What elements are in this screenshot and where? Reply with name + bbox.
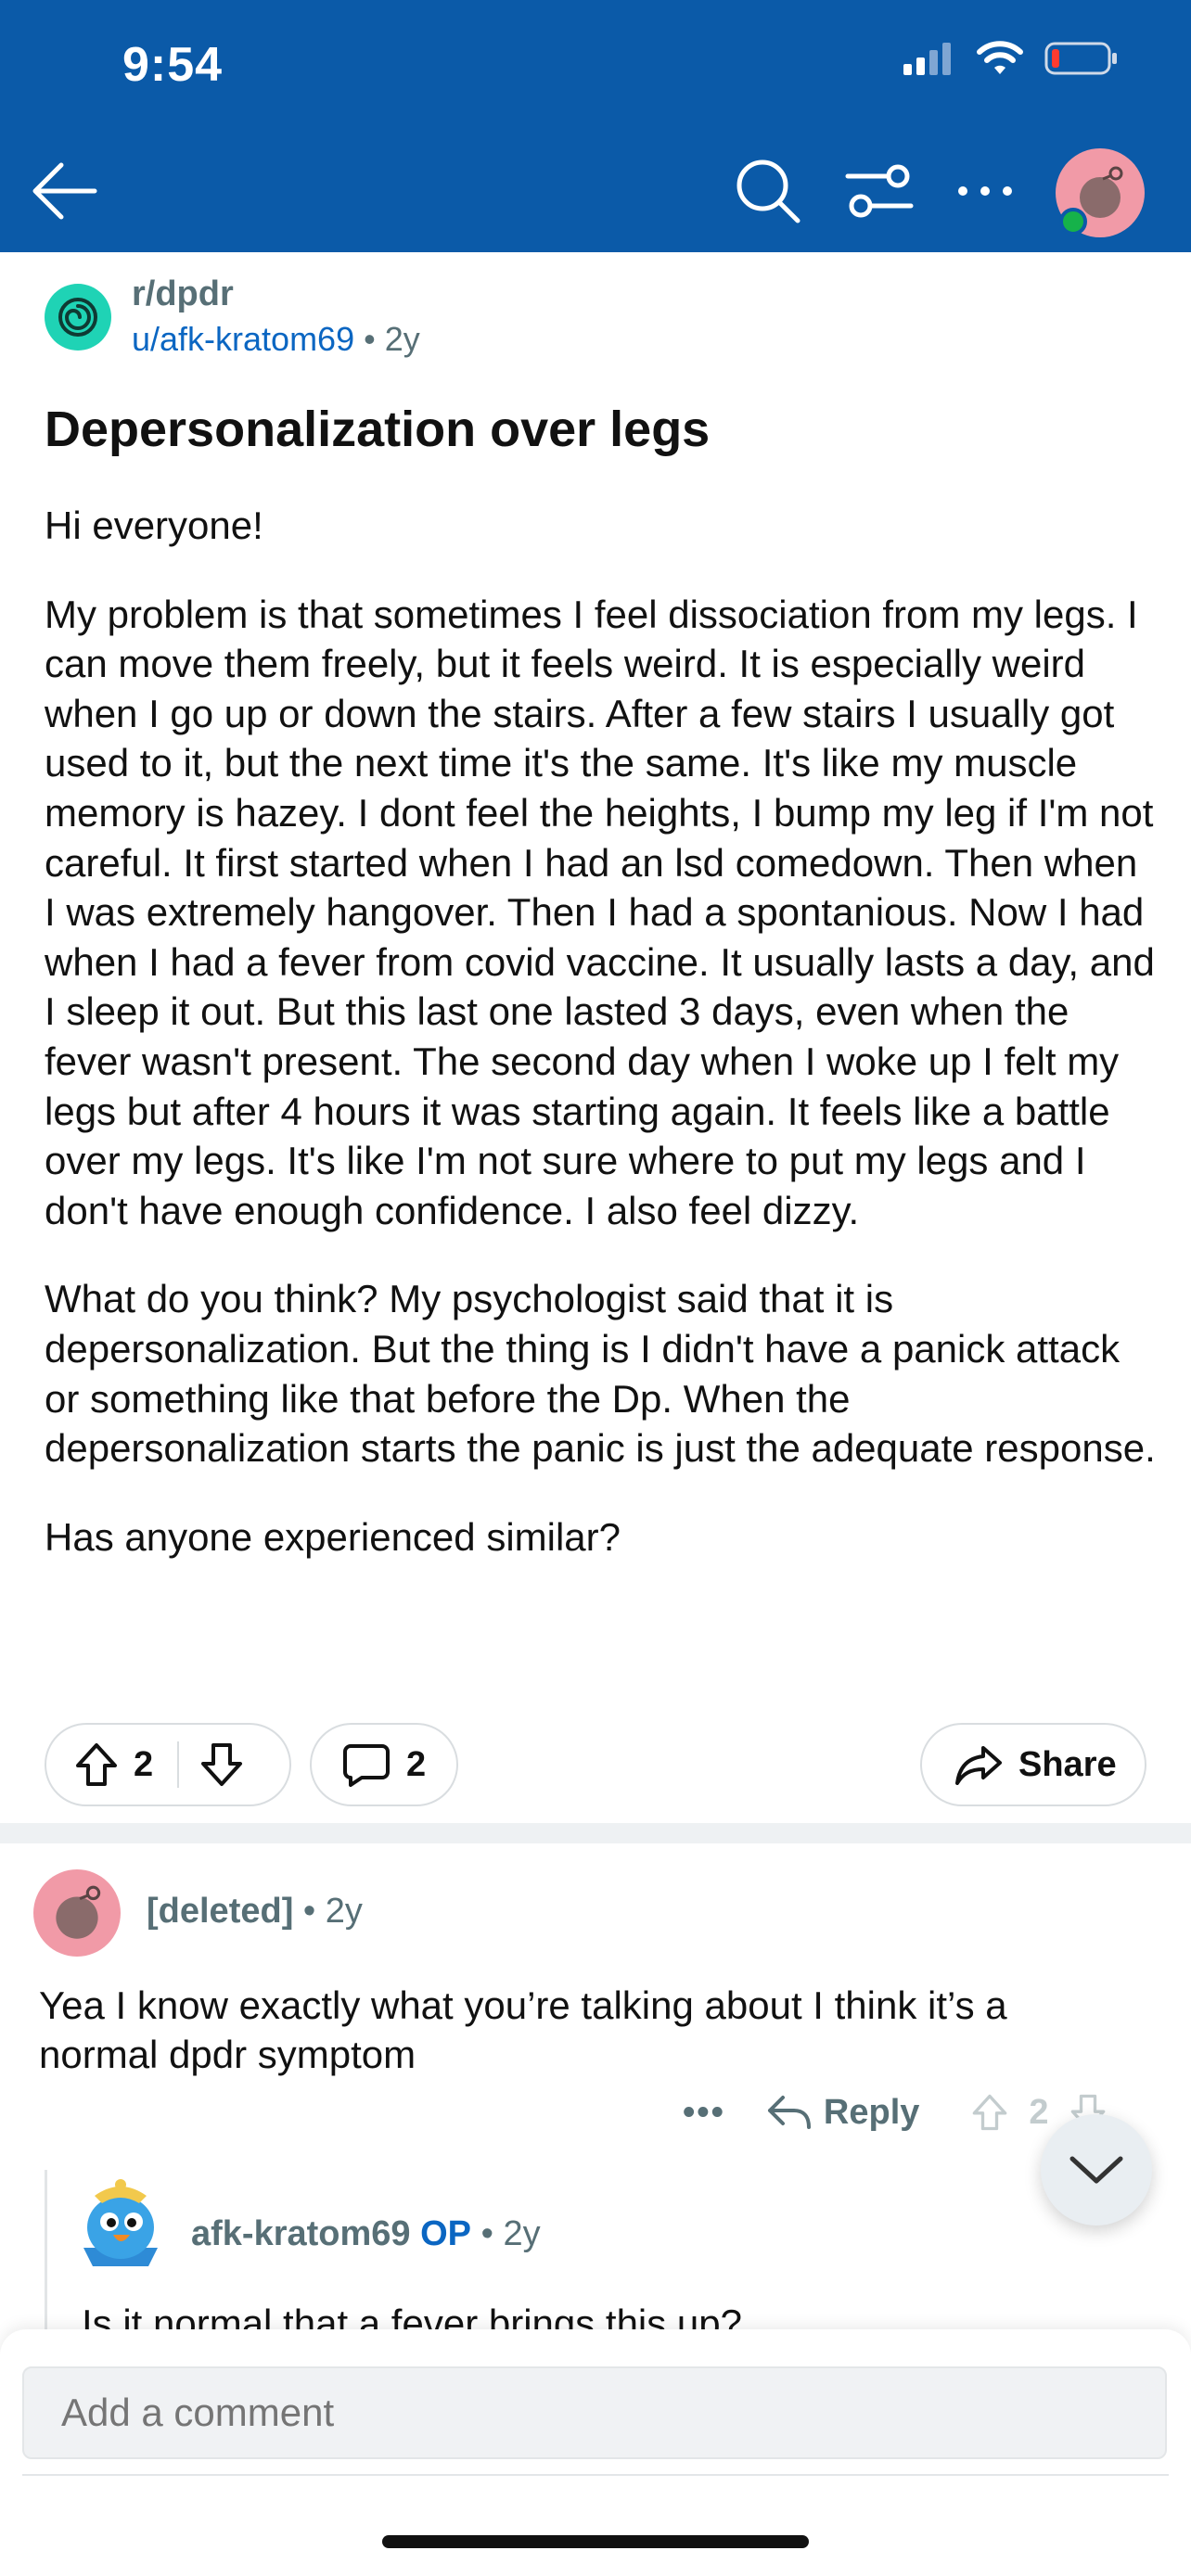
header-actions	[733, 148, 1145, 237]
reply-meta: afk-kratom69 OP • 2y	[191, 2214, 541, 2254]
battery-icon	[1044, 42, 1117, 75]
snoo-bird-avatar-icon	[83, 2179, 158, 2266]
sort-filter-button[interactable]	[844, 163, 915, 223]
post-paragraph: Has anyone experienced similar?	[45, 1514, 621, 1559]
post-author-line: u/afk-kratom69 • 2y	[132, 320, 420, 359]
meta-separator: •	[480, 2214, 504, 2253]
reply-arrow-icon	[767, 2096, 811, 2129]
chevron-down-icon	[1069, 2156, 1123, 2184]
reply-age: 2y	[503, 2214, 541, 2253]
reply-label: Reply	[823, 2092, 920, 2132]
spiral-icon	[58, 297, 97, 337]
add-comment-input[interactable]	[22, 2366, 1167, 2459]
share-button[interactable]: Share	[920, 1723, 1146, 1806]
post-body: Hi everyone! My problem is that sometime…	[45, 501, 1158, 1600]
back-button[interactable]	[28, 154, 102, 228]
post-meta-text: r/dpdr u/afk-kratom69 • 2y	[132, 274, 420, 359]
subreddit-icon[interactable]	[45, 283, 111, 351]
comment-vote-count: 2	[1029, 2092, 1049, 2132]
post-age: 2y	[384, 320, 420, 358]
downvote-icon[interactable]	[199, 1741, 244, 1788]
share-arrow-icon	[955, 1746, 1002, 1785]
filter-sliders-icon	[845, 164, 914, 217]
comment-text: Yea I know exactly what you’re talking a…	[39, 1983, 1007, 2076]
reply-author[interactable]: afk-kratom69	[191, 2214, 411, 2253]
upvote-icon[interactable]	[74, 1741, 119, 1788]
comment-author: [deleted]	[147, 1892, 294, 1931]
post-meta: r/dpdr u/afk-kratom69 • 2y	[45, 274, 420, 359]
vote-divider	[177, 1741, 180, 1788]
comment-bubble-icon	[343, 1744, 390, 1787]
snoo-avatar-icon	[56, 1885, 101, 1939]
status-icons	[903, 41, 1119, 76]
status-time: 9:54	[122, 38, 224, 92]
comment-action-bar: ••• Reply 2	[683, 2092, 1107, 2133]
arrow-left-icon	[32, 162, 97, 220]
post-paragraph: Hi everyone!	[45, 504, 263, 547]
comment-avatar[interactable]	[74, 2174, 167, 2276]
meta-separator: •	[364, 320, 385, 358]
post-author[interactable]: u/afk-kratom69	[132, 320, 354, 358]
post-action-bar: 2 2 Share	[45, 1723, 1146, 1810]
comments-button[interactable]: 2	[310, 1723, 458, 1806]
op-badge: OP	[420, 2214, 472, 2253]
post-paragraph: My problem is that sometimes I feel diss…	[45, 592, 1155, 1232]
comment-count: 2	[406, 1744, 427, 1784]
home-indicator[interactable]	[382, 2535, 809, 2548]
thread-line[interactable]	[45, 2170, 47, 2337]
comment-age: 2y	[325, 1892, 363, 1931]
comment-more-button[interactable]: •••	[683, 2093, 725, 2133]
comment-meta: [deleted] • 2y	[147, 1892, 363, 1932]
wifi-icon	[977, 41, 1023, 74]
vote-pill: 2	[45, 1723, 291, 1806]
subreddit-name[interactable]: r/dpdr	[132, 274, 420, 314]
comment-avatar[interactable]	[33, 1869, 121, 1957]
vote-count: 2	[134, 1744, 154, 1784]
app-header: 9:54	[0, 0, 1191, 252]
composer-divider	[22, 2474, 1169, 2476]
user-avatar[interactable]	[1056, 148, 1145, 237]
more-options-button[interactable]	[955, 182, 1015, 205]
post-title: Depersonalization over legs	[45, 402, 711, 457]
search-button[interactable]	[733, 156, 803, 231]
next-comment-button[interactable]	[1041, 2114, 1152, 2225]
share-label: Share	[1018, 1744, 1117, 1784]
post-paragraph: What do you think? My psychologist said …	[45, 1277, 1156, 1471]
search-icon	[736, 159, 800, 223]
meta-separator: •	[302, 1892, 326, 1931]
reply-button[interactable]: Reply	[766, 2093, 919, 2133]
upvote-icon[interactable]	[971, 2092, 1008, 2133]
section-divider	[0, 1823, 1191, 1843]
online-status-dot	[1059, 208, 1087, 236]
more-horizontal-icon	[958, 185, 1012, 196]
signal-icon	[903, 43, 951, 75]
